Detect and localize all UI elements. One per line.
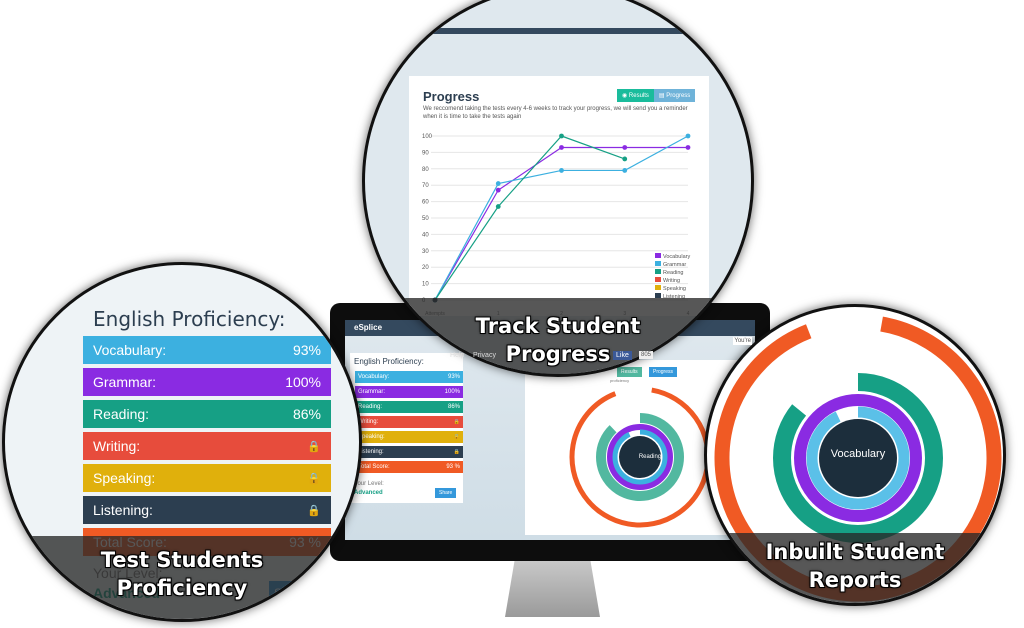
- data-point-vocabulary: [559, 145, 564, 150]
- score-value: 100%: [444, 389, 460, 395]
- y-tick-label: 70: [422, 183, 429, 189]
- caption-line1: Track Student: [475, 314, 641, 338]
- score-value: 93%: [292, 342, 321, 358]
- legend-label: Speaking: [663, 286, 686, 292]
- score-value: 93%: [447, 374, 460, 380]
- progress-circle: Progress ◉ Results ▤ Progress We reccome…: [362, 0, 754, 377]
- score-row: Reading: 86%: [355, 401, 463, 413]
- donut-label: Vocabulary: [830, 448, 886, 460]
- score-row: Grammar: 100%: [83, 368, 331, 396]
- caption-line1: Inbuilt Student: [765, 540, 945, 564]
- donut-label-small: Reading: [638, 454, 662, 460]
- y-tick-label: 40: [422, 232, 429, 238]
- like-count: 805: [639, 351, 654, 359]
- data-point-vocabulary: [685, 145, 691, 150]
- score-row: Reading: 86%: [83, 400, 331, 428]
- score-row: Writing: 🔒: [83, 432, 331, 460]
- facebook-like-button[interactable]: Like: [613, 351, 632, 360]
- score-label: Grammar:: [93, 374, 156, 390]
- legend-label: Reading: [663, 270, 684, 276]
- data-point-reading: [622, 156, 628, 162]
- lock-icon: 🔒: [453, 434, 460, 440]
- y-tick-label: 20: [422, 265, 429, 271]
- y-tick-label: 60: [422, 200, 429, 206]
- caption-student-reports: Inbuilt Student Reports: [707, 533, 1003, 603]
- score-row: Listening: 🔒: [355, 446, 463, 458]
- level-value-small: Advanced: [354, 490, 383, 496]
- score-label: Writing:: [93, 438, 141, 454]
- caption-track-progress: Track Student Progress: [365, 298, 751, 374]
- report-circle: Vocabulary Inbuilt Student Reports: [704, 304, 1006, 606]
- legend-label: Writing: [663, 278, 680, 284]
- score-row: Grammar: 100%: [355, 386, 463, 398]
- legend-swatch: [655, 277, 661, 282]
- score-value: 100%: [285, 374, 321, 390]
- lock-icon: 🔒: [307, 440, 321, 453]
- y-tick-label: 90: [422, 150, 429, 156]
- score-value: 86%: [292, 406, 321, 422]
- score-label: Reading:: [93, 406, 150, 422]
- legend-swatch: [655, 253, 661, 258]
- legend-label: Grammar: [663, 262, 686, 268]
- y-tick-label: 100: [422, 134, 433, 140]
- lock-icon: 🔒: [307, 504, 321, 517]
- score-row: Vocabulary: 93%: [83, 336, 331, 364]
- score-label: Vocabulary:: [93, 342, 167, 358]
- level-label-small: Your Level:: [354, 481, 384, 487]
- data-point-vocabulary: [622, 145, 628, 150]
- caption-test-proficiency: Test Students Proficiency: [5, 536, 359, 619]
- score-label: Total Score:: [358, 464, 390, 470]
- user-text: You're: [733, 337, 752, 345]
- score-row: Speaking: 🔒: [355, 431, 463, 443]
- legend-swatch: [655, 261, 661, 266]
- data-point-grammar: [495, 181, 501, 186]
- score-value: 86%: [447, 404, 460, 410]
- score-row: Listening: 🔒: [83, 496, 331, 524]
- score-row: Total Score: 93 %: [355, 461, 463, 473]
- score-label: Speaking:: [93, 470, 156, 486]
- score-label: Vocabulary:: [358, 374, 390, 380]
- score-value: 93 %: [446, 464, 460, 470]
- score-label: Grammar:: [358, 389, 385, 395]
- caption-line2: Progress: [505, 342, 611, 366]
- y-tick-label: 80: [422, 167, 429, 173]
- score-label: Listening:: [93, 502, 153, 518]
- proficiency-circle: English Proficiency: Vocabulary: 93% Gramm…: [2, 262, 362, 622]
- like-label: Like: [616, 352, 629, 359]
- data-point-grammar: [622, 168, 628, 173]
- caption-line2: Proficiency: [116, 576, 248, 600]
- proficiency-card-small: English Proficiency: Vocabulary:93%Gramm…: [350, 353, 463, 503]
- data-point-grammar: [559, 168, 564, 173]
- legend-label: Vocabulary: [663, 254, 690, 260]
- score-row: Speaking: 🔒: [83, 464, 331, 492]
- caption-line2: Reports: [808, 568, 902, 592]
- score-label: Listening:: [358, 449, 384, 455]
- data-point-grammar: [685, 133, 691, 139]
- y-tick-label: 30: [422, 249, 429, 255]
- share-button-small[interactable]: Share: [435, 488, 457, 498]
- score-row: Writing: 🔒: [355, 416, 463, 428]
- score-label: Speaking:: [358, 434, 385, 440]
- data-point-reading: [559, 133, 564, 139]
- data-point-reading: [495, 204, 501, 209]
- nav-privacy[interactable]: Privacy: [473, 352, 496, 359]
- lock-icon: 🔒: [453, 419, 460, 425]
- data-point-vocabulary: [495, 187, 501, 193]
- proficiency-title: English Proficiency:: [93, 307, 286, 331]
- legend-swatch: [655, 269, 661, 274]
- monitor-stand: [505, 561, 600, 617]
- lock-icon: 🔒: [453, 449, 460, 455]
- y-tick-label: 10: [422, 282, 429, 288]
- lock-icon: 🔒: [307, 472, 321, 485]
- score-label: Reading:: [358, 404, 383, 410]
- legend-swatch: [655, 285, 661, 290]
- nav-help[interactable]: Help: [450, 352, 464, 359]
- caption-line1: Test Students: [100, 548, 264, 572]
- y-tick-label: 50: [422, 216, 429, 222]
